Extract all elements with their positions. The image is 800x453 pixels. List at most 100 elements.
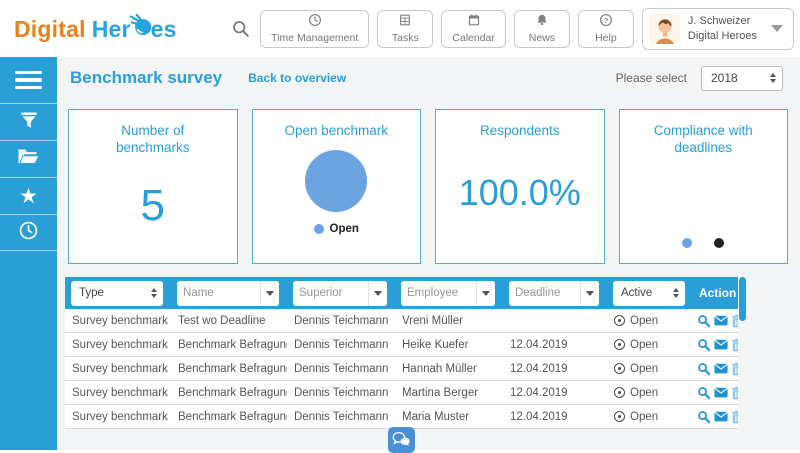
delete-icon[interactable] (731, 410, 738, 424)
bell-icon (535, 13, 549, 30)
clock-icon (18, 220, 39, 246)
cell-active: Open (607, 387, 693, 399)
user-info: J. Schweizer Digital Heroes (688, 14, 757, 44)
sidebar-item-history[interactable] (0, 214, 57, 251)
delete-icon[interactable] (731, 338, 738, 352)
cell-active: Open (607, 363, 693, 375)
year-select[interactable]: 2018 (701, 66, 783, 91)
year-select-value: 2018 (711, 71, 738, 85)
folder-icon (17, 147, 40, 171)
nav-label: News (529, 32, 555, 44)
nav-button-news[interactable]: News (514, 10, 570, 48)
view-icon[interactable] (697, 386, 711, 400)
status-label: Open (630, 363, 658, 375)
nav-button-help[interactable]: ? Help (578, 10, 634, 48)
header-nav: Time Management Tasks (260, 10, 634, 48)
card-open-benchmark: Open benchmark Open (252, 109, 422, 264)
cell-employee: Maria Muster (395, 411, 503, 423)
table-scrollbar-thumb[interactable] (739, 277, 746, 321)
type-filter-value: Type (79, 287, 104, 299)
employee-filter-dropdown-button[interactable] (476, 281, 495, 306)
compliance-legend (682, 238, 724, 248)
name-filter-input[interactable] (177, 281, 260, 306)
type-filter-select[interactable]: Type (71, 281, 163, 306)
cell-deadline: 12.04.2019 (503, 363, 607, 375)
cell-actions (693, 362, 738, 376)
card-title: Compliance with deadlines (620, 123, 788, 157)
tasks-icon (398, 13, 412, 30)
view-icon[interactable] (697, 410, 711, 424)
sidebar-item-filter[interactable] (0, 103, 57, 140)
cell-type: Survey benchmark (65, 387, 171, 399)
cell-superior: Dennis Teichmann (287, 339, 395, 351)
app-logo[interactable]: DigitalHer es (14, 14, 177, 43)
card-title: Number of benchmarks (69, 123, 237, 157)
chat-button[interactable] (388, 427, 415, 453)
table-row[interactable]: Survey benchmark Test wo Deadline Dennis… (65, 309, 738, 333)
status-label: Open (630, 339, 658, 351)
nav-label: Calendar (452, 32, 495, 44)
search-icon[interactable] (232, 20, 250, 38)
deadline-filter-input[interactable] (509, 281, 580, 306)
status-label: Open (630, 387, 658, 399)
spinner-icon (151, 288, 157, 299)
sidebar-item-favorites[interactable]: ★ (0, 177, 57, 214)
nav-label: Tasks (392, 32, 419, 44)
nav-button-time-management[interactable]: Time Management (260, 10, 369, 48)
calendar-icon (467, 13, 481, 30)
user-avatar (650, 14, 680, 44)
delete-icon[interactable] (731, 386, 738, 400)
table-row[interactable]: Survey benchmark Benchmark Befragung Den… (65, 357, 738, 381)
chat-icon (392, 431, 411, 450)
nav-button-calendar[interactable]: Calendar (441, 10, 506, 48)
user-menu[interactable]: J. Schweizer Digital Heroes (642, 8, 794, 50)
mail-icon[interactable] (714, 387, 728, 398)
benchmark-table: Type (65, 277, 746, 429)
status-open-icon (614, 315, 625, 326)
back-to-overview-link[interactable]: Back to overview (248, 71, 346, 85)
superior-filter-input[interactable] (293, 281, 368, 306)
mail-icon[interactable] (714, 411, 728, 422)
cell-actions (693, 386, 738, 400)
table-row[interactable]: Survey benchmark Benchmark Befragung Den… (65, 333, 738, 357)
spinner-icon (673, 288, 679, 299)
comet-icon (130, 14, 152, 42)
table-row[interactable]: Survey benchmark Benchmark Befragung Den… (65, 381, 738, 405)
view-icon[interactable] (697, 338, 711, 352)
deadline-filter-dropdown-button[interactable] (580, 281, 599, 306)
top-header: DigitalHer es Time Management (0, 0, 800, 57)
employee-filter-input[interactable] (401, 281, 476, 306)
hamburger-icon (15, 71, 42, 90)
user-org: Digital Heroes (688, 29, 757, 44)
superior-filter-dropdown-button[interactable] (368, 281, 387, 306)
kpi-cards: Number of benchmarks 5 Open benchmark Op… (57, 99, 800, 264)
cell-superior: Dennis Teichmann (287, 411, 395, 423)
name-filter-dropdown-button[interactable] (260, 281, 279, 306)
sidebar-menu-button[interactable] (0, 57, 57, 103)
cell-actions (693, 338, 738, 352)
delete-icon[interactable] (731, 362, 738, 376)
card-number-of-benchmarks: Number of benchmarks 5 (68, 109, 238, 264)
legend-dot-blue (682, 238, 692, 248)
user-name: J. Schweizer (688, 14, 757, 29)
sidebar-item-folder[interactable] (0, 140, 57, 177)
cell-employee: Heike Kuefer (395, 339, 503, 351)
view-icon[interactable] (697, 362, 711, 376)
mail-icon[interactable] (714, 315, 728, 326)
cell-active: Open (607, 315, 693, 327)
table-body: Survey benchmark Test wo Deadline Dennis… (65, 309, 738, 429)
nav-button-tasks[interactable]: Tasks (377, 10, 433, 48)
status-open-icon (614, 387, 625, 398)
active-filter-select[interactable]: Active (613, 281, 685, 306)
clock-icon (308, 13, 322, 30)
table-row[interactable]: Survey benchmark Benchmark Befragung Den… (65, 405, 738, 429)
cell-name: Test wo Deadline (171, 315, 287, 327)
cell-superior: Dennis Teichmann (287, 387, 395, 399)
card-title: Respondents (454, 123, 586, 140)
mail-icon[interactable] (714, 363, 728, 374)
nav-label: Help (595, 32, 617, 44)
view-icon[interactable] (697, 314, 711, 328)
cell-name: Benchmark Befragung (171, 411, 287, 423)
mail-icon[interactable] (714, 339, 728, 350)
delete-icon[interactable] (731, 314, 738, 328)
